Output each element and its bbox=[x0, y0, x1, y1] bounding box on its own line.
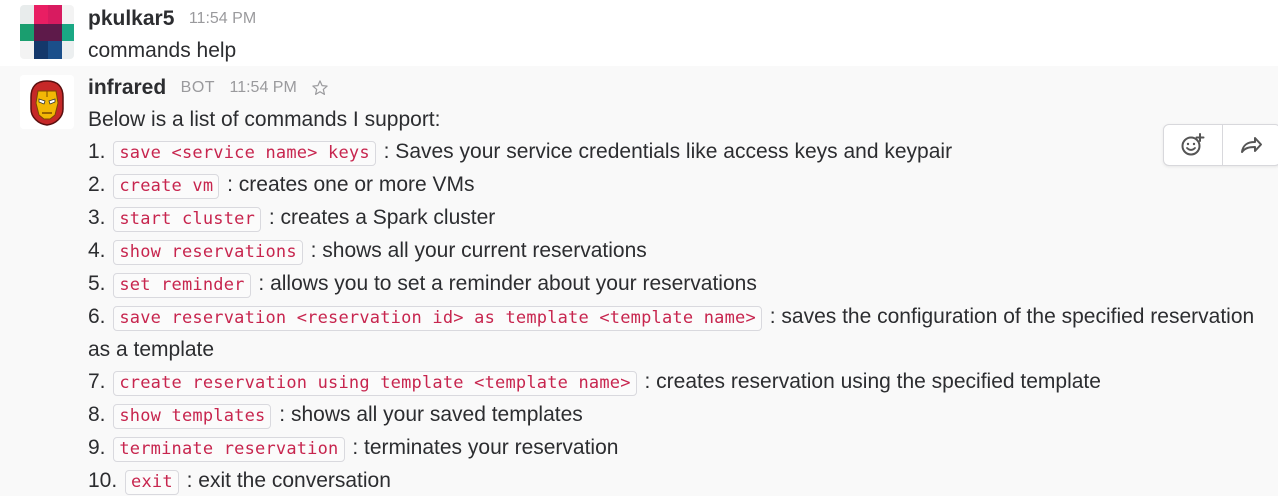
command-number: 5. bbox=[88, 272, 106, 295]
command-code: save <service name> keys bbox=[113, 141, 375, 166]
message-pkulkar5: pkulkar5 11:54 PM commands help bbox=[0, 0, 1278, 66]
command-code: create vm bbox=[113, 174, 219, 199]
command-code: create reservation using template <templ… bbox=[113, 371, 636, 396]
command-item: 8. show templates : shows all your saved… bbox=[88, 399, 1258, 432]
command-item: 5. set reminder : allows you to set a re… bbox=[88, 268, 1258, 301]
share-message-button[interactable] bbox=[1222, 125, 1278, 165]
bot-avatar[interactable] bbox=[20, 75, 74, 129]
command-item: 4. show reservations : shows all your cu… bbox=[88, 235, 1258, 268]
command-number: 3. bbox=[88, 206, 106, 229]
command-number: 10. bbox=[88, 469, 117, 492]
command-number: 2. bbox=[88, 173, 106, 196]
intro-text: Below is a list of commands I support: bbox=[88, 104, 1258, 136]
command-item: 7. create reservation using template <te… bbox=[88, 366, 1258, 399]
command-item: 1. save <service name> keys : Saves your… bbox=[88, 136, 1258, 169]
command-item: 3. start cluster : creates a Spark clust… bbox=[88, 202, 1258, 235]
command-description: : exit the conversation bbox=[187, 469, 391, 492]
user-avatar[interactable] bbox=[20, 5, 74, 59]
share-message-icon bbox=[1238, 132, 1264, 158]
command-code: show templates bbox=[113, 404, 271, 429]
command-number: 9. bbox=[88, 436, 106, 459]
command-number: 6. bbox=[88, 305, 106, 328]
message-actions bbox=[1163, 124, 1278, 166]
command-code: show reservations bbox=[113, 240, 302, 265]
command-description: : allows you to set a reminder about you… bbox=[258, 272, 756, 295]
command-description: : shows all your current reservations bbox=[311, 239, 647, 262]
command-code: save reservation <reservation id> as tem… bbox=[113, 306, 762, 331]
command-item: 2. create vm : creates one or more VMs bbox=[88, 169, 1258, 202]
message-text: commands help bbox=[88, 35, 1258, 67]
message-body: Below is a list of commands I support: 1… bbox=[88, 104, 1258, 498]
iron-man-avatar-icon bbox=[20, 75, 74, 129]
command-code: exit bbox=[125, 470, 179, 495]
command-item: 10. exit : exit the conversation bbox=[88, 465, 1258, 498]
command-number: 1. bbox=[88, 140, 106, 163]
command-item: 6. save reservation <reservation id> as … bbox=[88, 301, 1258, 366]
colorful-grid-avatar-icon bbox=[20, 5, 74, 59]
add-reaction-icon bbox=[1180, 132, 1206, 158]
command-description: : terminates your reservation bbox=[352, 436, 618, 459]
sender-name[interactable]: infrared bbox=[88, 76, 166, 99]
command-number: 4. bbox=[88, 239, 106, 262]
command-list: 1. save <service name> keys : Saves your… bbox=[88, 136, 1258, 498]
sender-name[interactable]: pkulkar5 bbox=[88, 7, 174, 30]
star-icon[interactable] bbox=[311, 79, 329, 97]
command-code: start cluster bbox=[113, 207, 261, 232]
command-description: : creates one or more VMs bbox=[227, 173, 474, 196]
command-number: 7. bbox=[88, 370, 106, 393]
command-description: : shows all your saved templates bbox=[279, 403, 582, 426]
message-infrared: infrared BOT 11:54 PM Below is a list of… bbox=[0, 66, 1278, 496]
command-item: 9. terminate reservation : terminates yo… bbox=[88, 432, 1258, 465]
timestamp[interactable]: 11:54 PM bbox=[189, 10, 256, 27]
timestamp[interactable]: 11:54 PM bbox=[229, 79, 296, 96]
command-code: terminate reservation bbox=[113, 437, 344, 462]
command-number: 8. bbox=[88, 403, 106, 426]
add-reaction-button[interactable] bbox=[1164, 125, 1222, 165]
bot-badge: BOT bbox=[181, 79, 215, 96]
command-description: : creates a Spark cluster bbox=[269, 206, 495, 229]
command-description: : Saves your service credentials like ac… bbox=[384, 140, 952, 163]
command-description: : creates reservation using the specifie… bbox=[645, 370, 1101, 393]
command-code: set reminder bbox=[113, 273, 250, 298]
